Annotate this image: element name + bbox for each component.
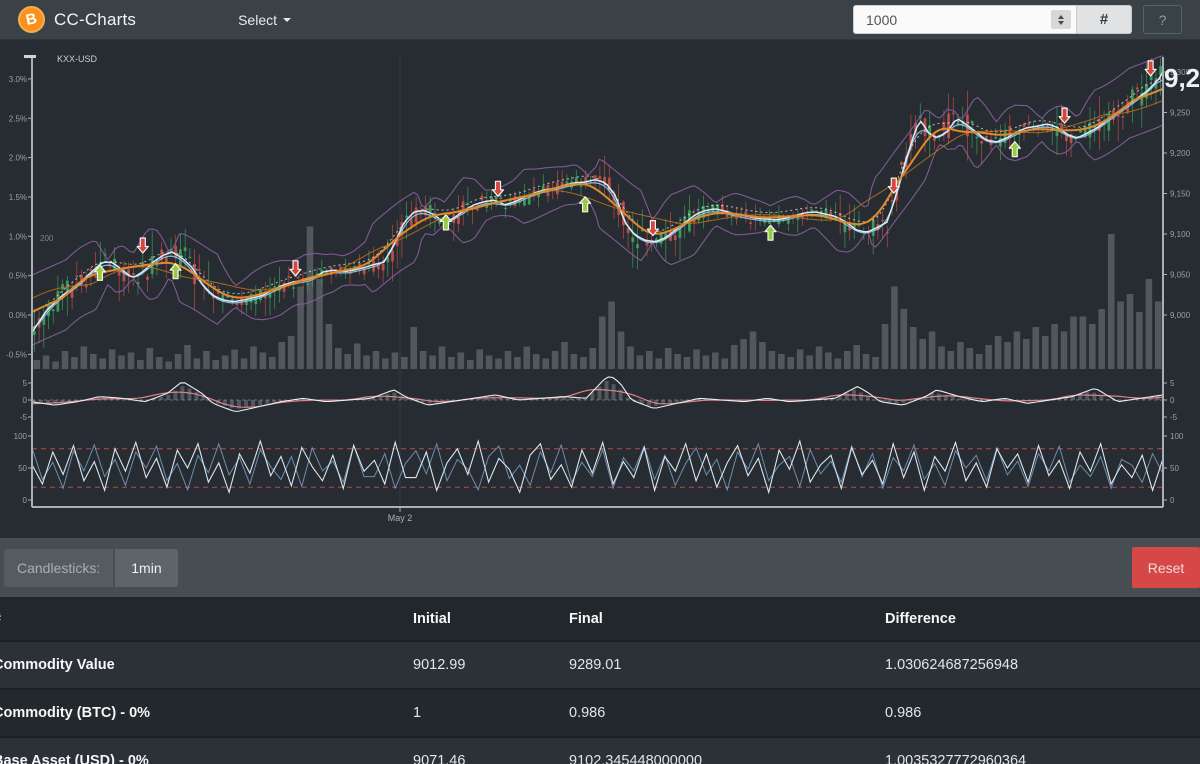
svg-text:9,2: 9,2	[1164, 63, 1200, 93]
candlesticks-label: Candlesticks:	[4, 549, 113, 587]
table-row: Base Asset (USD) - 0% 9071.46 9102.34544…	[0, 737, 1200, 764]
stepper-down-icon[interactable]	[1058, 21, 1064, 25]
row-initial: 9012.99	[413, 641, 569, 689]
svg-text:0.5%: 0.5%	[9, 272, 27, 281]
svg-text:50: 50	[18, 464, 27, 473]
svg-text:9,200: 9,200	[1170, 149, 1191, 158]
col-header-difference: Difference	[885, 597, 1200, 641]
col-header-initial: Initial	[413, 597, 569, 641]
table-row: Commodity (BTC) - 0% 1 0.986 0.986	[0, 689, 1200, 737]
svg-text:9,150: 9,150	[1170, 190, 1191, 199]
bitcoin-letter: B	[24, 10, 38, 29]
navbar: B CC-Charts Select # ?	[0, 0, 1200, 40]
brand[interactable]: B CC-Charts	[8, 6, 136, 33]
chevron-down-icon	[283, 18, 291, 22]
svg-text:May 2: May 2	[388, 513, 413, 523]
results-table: # Initial Final Difference Commodity Val…	[0, 597, 1200, 764]
svg-text:0: 0	[1170, 396, 1175, 405]
svg-text:2.0%: 2.0%	[9, 154, 27, 163]
svg-text:200: 200	[40, 234, 54, 243]
svg-text:9,050: 9,050	[1170, 271, 1191, 280]
svg-text:1.0%: 1.0%	[9, 232, 27, 241]
help-button[interactable]: ?	[1143, 5, 1182, 34]
chart-area: 3.0%2.5%2.0%1.5%1.0%0.5%0.0%-0.5%9,3009,…	[0, 40, 1200, 538]
svg-text:9,000: 9,000	[1170, 311, 1191, 320]
row-difference: 0.986	[885, 689, 1200, 737]
svg-text:KXX-USD: KXX-USD	[57, 54, 98, 64]
row-final: 9102.345448000000	[569, 737, 885, 764]
row-initial: 1	[413, 689, 569, 737]
table-row: Commodity Value 9012.99 9289.01 1.030624…	[0, 641, 1200, 689]
nav-select-dropdown[interactable]: Select	[238, 12, 291, 28]
bitcoin-icon: B	[18, 6, 45, 33]
interval-button[interactable]: 1min	[115, 549, 177, 587]
row-final: 9289.01	[569, 641, 885, 689]
price-chart[interactable]: 3.0%2.5%2.0%1.5%1.0%0.5%0.0%-0.5%9,3009,…	[0, 40, 1200, 538]
svg-text:9,100: 9,100	[1170, 230, 1191, 239]
results-table-wrap: # Initial Final Difference Commodity Val…	[0, 597, 1200, 764]
svg-text:50: 50	[1170, 464, 1179, 473]
row-difference: 1.0035327772960364	[885, 737, 1200, 764]
stepper-up-icon[interactable]	[1058, 15, 1064, 19]
svg-text:-5: -5	[20, 413, 28, 422]
amount-input[interactable]	[853, 5, 1076, 34]
app-root: B CC-Charts Select # ? 3.0% 2.5% 2.0% 1.5% 1…	[0, 0, 1200, 764]
svg-text:0: 0	[1170, 496, 1175, 505]
reset-button[interactable]: Reset	[1132, 547, 1200, 588]
amount-input-group: #	[853, 5, 1132, 34]
brand-name: CC-Charts	[54, 10, 136, 30]
col-header-hash: #	[0, 597, 413, 641]
svg-text:3.0%: 3.0%	[9, 75, 27, 84]
svg-text:0: 0	[23, 396, 28, 405]
navbar-controls: # ?	[853, 5, 1192, 34]
svg-text:100: 100	[1170, 432, 1184, 441]
svg-text:1.5%: 1.5%	[9, 193, 27, 202]
row-label: Commodity (BTC) - 0%	[0, 689, 413, 737]
svg-text:5: 5	[1170, 379, 1175, 388]
row-final: 0.986	[569, 689, 885, 737]
svg-text:-5: -5	[1170, 413, 1178, 422]
col-header-final: Final	[569, 597, 885, 641]
number-stepper[interactable]	[1051, 10, 1071, 29]
svg-text:9,250: 9,250	[1170, 109, 1191, 118]
svg-text:2.5%: 2.5%	[9, 114, 27, 123]
svg-text:5: 5	[23, 379, 28, 388]
bottom-toolbar: Candlesticks: 1min Reset	[0, 538, 1200, 597]
svg-text:0: 0	[23, 496, 28, 505]
nav-select-label: Select	[238, 12, 277, 28]
svg-text:0.0%: 0.0%	[9, 311, 27, 320]
row-label: Commodity Value	[0, 641, 413, 689]
table-header-row: # Initial Final Difference	[0, 597, 1200, 641]
row-initial: 9071.46	[413, 737, 569, 764]
hash-button[interactable]: #	[1076, 5, 1132, 34]
row-difference: 1.030624687256948	[885, 641, 1200, 689]
svg-text:-0.5%: -0.5%	[6, 350, 27, 359]
row-label: Base Asset (USD) - 0%	[0, 737, 413, 764]
svg-text:100: 100	[14, 432, 28, 441]
